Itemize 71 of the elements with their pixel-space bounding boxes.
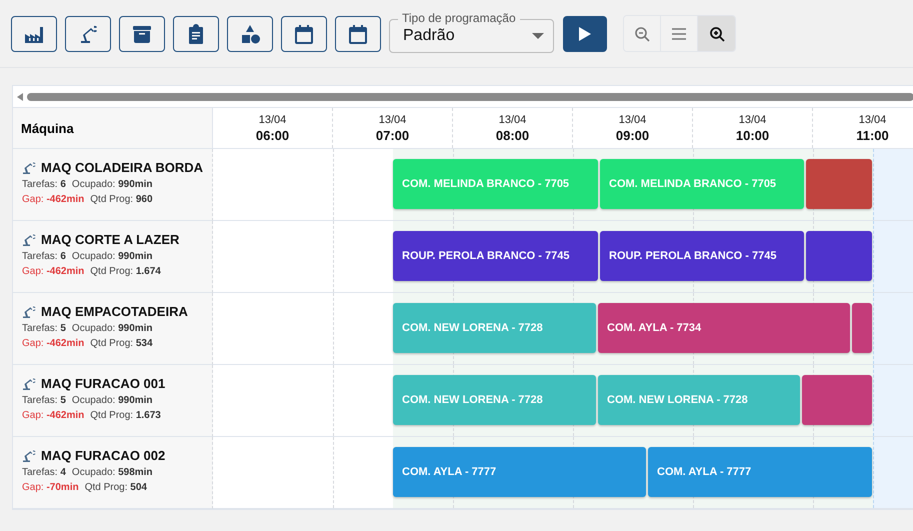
machine-stat: Tarefas: 5 xyxy=(22,395,66,406)
scrollbar-thumb[interactable] xyxy=(27,92,913,100)
toolbar-button[interactable] xyxy=(281,16,327,52)
machine-stat: Gap: -462min xyxy=(22,338,84,349)
machine-stat: Tarefas: 6 xyxy=(22,251,66,262)
task-bar[interactable]: COM. NEW LORENA - 7728 xyxy=(598,375,800,425)
machine-name: MAQ FURACAO 001 xyxy=(41,376,166,391)
calendar-icon xyxy=(347,22,369,44)
task-bar[interactable]: COM. NEW LORENA - 7728 xyxy=(393,303,596,353)
task-bar[interactable]: COM. MELINDA BRANCO - 7705 xyxy=(600,159,804,209)
machine-stat: Ocupado: 990min xyxy=(72,395,153,406)
machine-stat: Tarefas: 5 xyxy=(22,323,66,334)
task-bar[interactable]: COM. NEW LORENA - 7728 xyxy=(393,375,596,425)
task-bar[interactable]: ROUP. PEROLA BRANCO - 7745 xyxy=(600,231,804,281)
machine-stat: Qtd Prog: 960 xyxy=(90,194,153,205)
shapes-icon xyxy=(239,22,261,44)
calendar-icon xyxy=(293,22,315,44)
task-bar[interactable]: COM. MELINDA BRANCO - 7705 xyxy=(393,159,598,209)
field-label: Tipo de programação xyxy=(398,10,520,24)
machine-name: MAQ COLADEIRA BORDA xyxy=(41,160,204,175)
time-label: 07:00 xyxy=(376,128,410,142)
time-label: 09:00 xyxy=(616,128,650,142)
time-label: 10:00 xyxy=(736,128,770,142)
task-bar[interactable]: COM. AYLA - 7777 xyxy=(648,447,872,497)
machine-stat: Ocupado: 990min xyxy=(72,323,153,334)
task-bar[interactable]: COM. AYLA - 7777 xyxy=(393,447,646,497)
toolbar-button[interactable] xyxy=(65,16,111,52)
machine-name: MAQ EMPACOTADEIRA xyxy=(41,304,188,319)
date-label: 13/04 xyxy=(618,114,646,126)
date-label: 13/04 xyxy=(498,114,526,126)
toolbar-button[interactable] xyxy=(335,16,381,52)
time-label: 08:00 xyxy=(496,128,530,142)
zoom-option-button[interactable] xyxy=(698,16,735,51)
machine-name: MAQ CORTE A LAZER xyxy=(41,232,180,247)
robot-arm-icon xyxy=(22,304,37,318)
machine-stat: Ocupado: 990min xyxy=(72,179,153,190)
machine-stat: Tarefas: 6 xyxy=(22,179,66,190)
zoom-in-icon xyxy=(708,24,726,42)
date-label: 13/04 xyxy=(858,114,886,126)
robot-arm-icon xyxy=(22,160,37,174)
machine-stat: Qtd Prog: 504 xyxy=(84,482,147,493)
robot-arm-icon xyxy=(22,376,37,390)
robot-arm-icon xyxy=(22,232,37,246)
time-label: 06:00 xyxy=(256,128,290,142)
machine-stat: Qtd Prog: 1.674 xyxy=(90,266,161,277)
toolbar-button[interactable] xyxy=(119,16,165,52)
machine-stat: Gap: -462min xyxy=(22,266,84,277)
date-label: 13/04 xyxy=(738,114,766,126)
toolbar-button[interactable] xyxy=(11,16,57,52)
machine-stat: Qtd Prog: 1.673 xyxy=(90,410,161,421)
machine-name: MAQ FURACAO 002 xyxy=(41,448,166,463)
zoom-out-icon xyxy=(633,24,651,42)
machine-stat: Gap: -462min xyxy=(22,194,84,205)
play-icon xyxy=(578,26,592,42)
column-header: Máquina xyxy=(13,108,213,149)
task-bar[interactable]: COM. AYLA - 7734 xyxy=(598,303,850,353)
date-label: 13/04 xyxy=(258,114,286,126)
time-label: 11:00 xyxy=(856,128,889,142)
run-button[interactable] xyxy=(563,16,607,52)
robot-arm-icon xyxy=(22,448,37,462)
toolbar-button[interactable] xyxy=(173,16,219,52)
machine-stat: Gap: -70min xyxy=(22,482,79,493)
date-label: 13/04 xyxy=(378,114,406,126)
task-bar[interactable]: ROUP. PEROLA BRANCO - 7745 xyxy=(393,231,598,281)
machine-stat: Ocupado: 598min xyxy=(72,467,153,478)
toolbar-button[interactable] xyxy=(227,16,273,52)
machine-stat: Tarefas: 4 xyxy=(22,467,66,478)
machine-stat: Gap: -462min xyxy=(22,410,84,421)
machine-stat: Ocupado: 990min xyxy=(72,251,153,262)
machine-stat: Qtd Prog: 534 xyxy=(90,338,153,349)
caret-icon xyxy=(532,32,544,38)
